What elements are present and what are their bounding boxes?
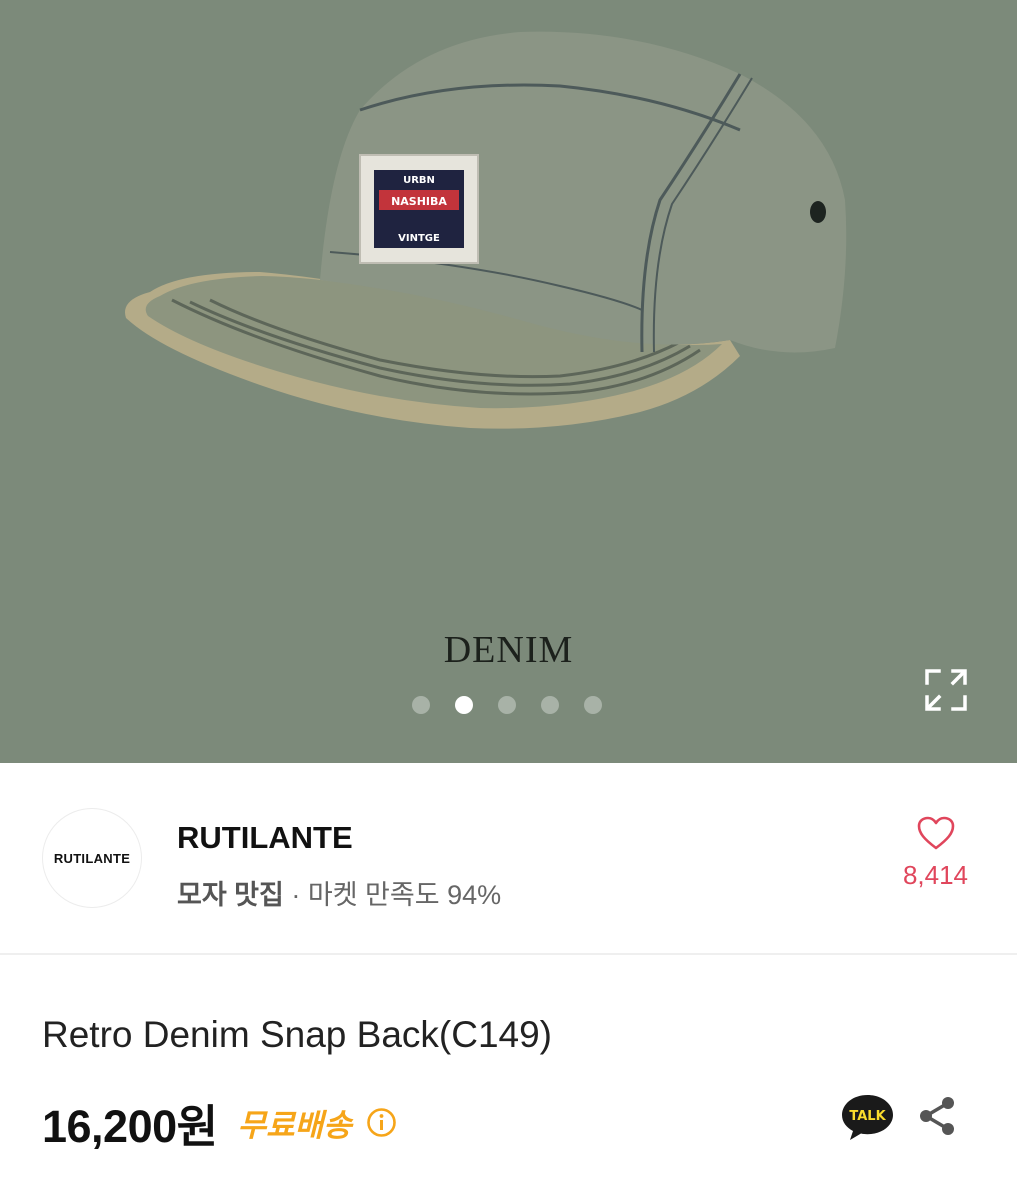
shop-subtitle: 모자 맛집 · 마켓 만족도 94%: [177, 873, 501, 912]
info-icon[interactable]: [366, 1107, 397, 1138]
price-row: 16,200원 무료배송: [42, 1090, 397, 1155]
like-button[interactable]: 8,414: [893, 815, 978, 891]
shop-logo[interactable]: RUTILANTE: [42, 808, 142, 908]
carousel-dot-4[interactable]: [541, 696, 559, 714]
shop-satisfaction: 마켓 만족도 94%: [307, 880, 502, 910]
carousel-indicator[interactable]: [412, 696, 602, 714]
product-title: Retro Denim Snap Back(C149): [42, 1014, 552, 1055]
carousel-dot-5[interactable]: [584, 696, 602, 714]
share-icon[interactable]: [915, 1094, 959, 1138]
like-count: 8,414: [902, 860, 969, 890]
shop-name[interactable]: RUTILANTE: [177, 820, 353, 856]
heart-icon: [917, 816, 954, 850]
patch-text-bottom: VINTGE: [398, 233, 440, 244]
carousel-dot-3[interactable]: [498, 696, 516, 714]
shop-info[interactable]: RUTILANTE RUTILANTE 모자 맛집 · 마켓 만족도 94% 8…: [0, 763, 1017, 953]
patch-text-top: URBN: [403, 175, 435, 186]
divider: [0, 953, 1017, 955]
kakao-talk-label: TALK: [849, 1109, 886, 1124]
expand-icon[interactable]: [923, 667, 969, 713]
separator: ·: [283, 880, 308, 910]
product-image-carousel[interactable]: URBN NASHIBA VINTGE DENIM: [0, 0, 1017, 763]
carousel-dot-2[interactable]: [455, 696, 473, 714]
free-shipping-badge: 무료배송: [237, 1108, 352, 1143]
image-caption: DENIM: [443, 629, 574, 671]
carousel-dot-1[interactable]: [412, 696, 430, 714]
patch-text-middle: NASHIBA: [391, 195, 447, 208]
product-price: 16,200원: [42, 1101, 218, 1152]
kakao-talk-icon[interactable]: TALK: [840, 1092, 895, 1142]
shop-category: 모자 맛집: [177, 880, 284, 910]
